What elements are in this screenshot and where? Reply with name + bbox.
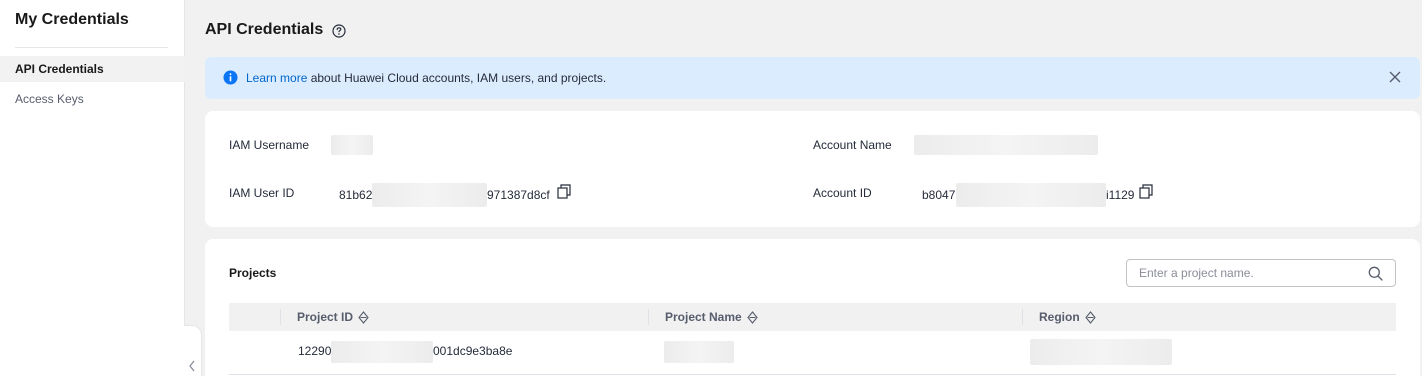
search-icon[interactable] bbox=[1368, 266, 1383, 281]
table-row: 12290 001dc9e3ba8e bbox=[229, 331, 1396, 375]
credentials-info-card: IAM Username IAM User ID 81b62 971387d8c… bbox=[205, 111, 1420, 227]
column-separator bbox=[280, 309, 281, 325]
column-header-label: Region bbox=[1039, 310, 1080, 324]
learn-more-link[interactable]: Learn more bbox=[246, 71, 307, 85]
sidebar-item-access-keys[interactable]: Access Keys bbox=[0, 86, 185, 112]
iam-username-value-masked bbox=[331, 135, 373, 155]
project-id-prefix: 12290 bbox=[298, 344, 332, 358]
column-header-region: Region bbox=[1039, 303, 1096, 331]
project-id-suffix: 001dc9e3ba8e bbox=[433, 344, 513, 358]
close-icon[interactable] bbox=[1389, 71, 1401, 83]
region-masked bbox=[1030, 339, 1172, 365]
help-icon[interactable] bbox=[332, 24, 346, 38]
project-search-box[interactable] bbox=[1126, 259, 1396, 287]
sidebar-title: My Credentials bbox=[15, 11, 129, 28]
copy-icon[interactable] bbox=[557, 184, 571, 199]
iam-user-id-label: IAM User ID bbox=[229, 186, 295, 200]
projects-title: Projects bbox=[229, 266, 277, 280]
account-id-suffix: i1129 bbox=[1106, 188, 1135, 202]
sort-icon[interactable] bbox=[746, 311, 758, 325]
project-name-masked bbox=[664, 341, 734, 363]
column-header-project-name: Project Name bbox=[665, 303, 758, 331]
sidebar-divider bbox=[15, 47, 168, 48]
sort-icon[interactable] bbox=[358, 311, 369, 325]
column-header-label: Project Name bbox=[665, 310, 742, 324]
iam-user-id-suffix: 971387d8cf bbox=[487, 188, 550, 202]
column-separator bbox=[1022, 309, 1023, 325]
project-search-input[interactable] bbox=[1139, 265, 1359, 281]
sort-icon[interactable] bbox=[1084, 311, 1096, 325]
account-id-label: Account ID bbox=[813, 186, 872, 200]
column-header-project-id: Project ID bbox=[297, 303, 369, 331]
account-name-value-masked bbox=[914, 135, 1098, 155]
page-title: API Credentials bbox=[205, 21, 324, 38]
iam-username-label: IAM Username bbox=[229, 138, 310, 152]
iam-user-id-masked bbox=[372, 183, 487, 207]
projects-table-header: Project ID Project Name Region bbox=[229, 303, 1396, 331]
sidebar-collapse-button[interactable] bbox=[184, 325, 202, 376]
sidebar: My Credentials API Credentials Access Ke… bbox=[0, 0, 185, 376]
banner-message: Learn more about Huawei Cloud accounts, … bbox=[246, 71, 606, 85]
banner-text: about Huawei Cloud accounts, IAM users, … bbox=[307, 71, 607, 85]
project-id-masked bbox=[331, 341, 433, 363]
column-header-label: Project ID bbox=[297, 310, 354, 324]
account-id-prefix: b8047 bbox=[922, 188, 956, 202]
chevron-left-icon bbox=[189, 360, 195, 372]
account-name-label: Account Name bbox=[813, 138, 892, 152]
sidebar-item-api-credentials[interactable]: API Credentials bbox=[0, 56, 185, 82]
info-icon bbox=[223, 70, 238, 85]
info-banner: Learn more about Huawei Cloud accounts, … bbox=[205, 57, 1420, 99]
account-id-masked bbox=[956, 183, 1106, 207]
iam-user-id-prefix: 81b62 bbox=[339, 188, 373, 202]
copy-icon[interactable] bbox=[1139, 184, 1153, 199]
column-separator bbox=[648, 309, 649, 325]
projects-card: Projects Project ID Project Name Region … bbox=[205, 239, 1420, 376]
